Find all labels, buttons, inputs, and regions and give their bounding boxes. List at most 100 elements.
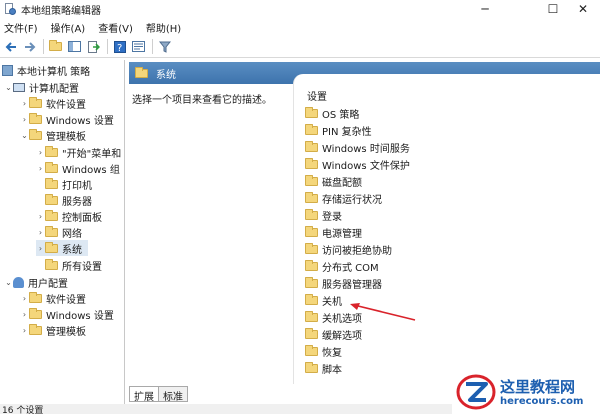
menu-action[interactable]: 操作(A) <box>51 20 86 35</box>
list-item-label: 恢复 <box>322 347 342 359</box>
list-item[interactable]: 缓解选项 <box>305 326 362 342</box>
list-item[interactable]: 分布式 COM <box>305 258 379 274</box>
tree-item-start-menu[interactable]: › "开始"菜单和 <box>36 144 121 160</box>
expand-arrow-icon[interactable]: › <box>36 228 45 237</box>
list-item[interactable]: 存储运行状况 <box>305 190 382 206</box>
tree-item-label: 打印机 <box>62 180 92 192</box>
tree-item-printers[interactable]: 打印机 <box>45 176 92 192</box>
up-folder-icon[interactable] <box>47 38 64 55</box>
folder-icon <box>45 241 58 253</box>
folder-icon <box>305 191 318 203</box>
tree-item-system[interactable]: › 系统 <box>36 240 88 256</box>
collapse-arrow-icon[interactable]: ⌄ <box>20 131 29 140</box>
list-item[interactable]: 访问被拒绝协助 <box>305 241 392 257</box>
forward-arrow-icon[interactable] <box>21 38 38 55</box>
folder-icon <box>29 307 42 319</box>
tree-item-control-panel[interactable]: › 控制面板 <box>36 208 102 224</box>
tree-item-admin-templates[interactable]: ⌄ 管理模板 <box>20 127 86 143</box>
expand-arrow-icon[interactable]: › <box>20 310 29 319</box>
navigation-tree: 本地计算机 策略 ⌄ 计算机配置 › 软件设置 › Windows 设置 ⌄ 管… <box>0 60 125 404</box>
tree-item-label: 网络 <box>62 228 82 240</box>
tree-item-user-software-settings[interactable]: › 软件设置 <box>20 290 86 306</box>
list-item-label: 分布式 COM <box>322 262 379 274</box>
folder-icon <box>29 112 42 124</box>
list-item[interactable]: 登录 <box>305 207 342 223</box>
tree-item-user-windows-settings[interactable]: › Windows 设置 <box>20 306 114 322</box>
collapse-arrow-icon[interactable]: ⌄ <box>4 278 13 287</box>
expand-arrow-icon[interactable]: › <box>36 148 45 157</box>
help-icon[interactable]: ? <box>111 38 128 55</box>
collapse-arrow-icon[interactable]: ⌄ <box>4 83 13 92</box>
list-item-label: Windows 文件保护 <box>322 160 410 172</box>
properties-icon[interactable] <box>130 38 147 55</box>
tree-item-label: 软件设置 <box>46 294 86 306</box>
tree-item-software-settings[interactable]: › 软件设置 <box>20 95 86 111</box>
tree-item-label: Windows 组 <box>62 164 120 176</box>
folder-icon <box>45 145 58 157</box>
tab-extended[interactable]: 扩展 <box>129 386 159 403</box>
list-item-label: 存储运行状况 <box>322 194 382 206</box>
tree-item-server[interactable]: 服务器 <box>45 192 92 208</box>
folder-icon <box>305 361 318 373</box>
expand-arrow-icon[interactable]: › <box>36 164 45 173</box>
expand-arrow-icon[interactable]: › <box>36 212 45 221</box>
back-arrow-icon[interactable] <box>2 38 19 55</box>
tree-item-user-admin-templates[interactable]: › 管理模板 <box>20 322 86 338</box>
expand-arrow-icon[interactable]: › <box>20 115 29 124</box>
folder-icon <box>135 66 148 78</box>
menu-view[interactable]: 查看(V) <box>98 20 133 35</box>
list-item[interactable]: 电源管理 <box>305 224 362 240</box>
list-item[interactable]: 脚本 <box>305 360 342 376</box>
list-item-label: PIN 复杂性 <box>322 126 372 138</box>
tree-item-label: 计算机配置 <box>29 83 79 95</box>
expand-arrow-icon[interactable]: › <box>20 99 29 108</box>
filter-icon[interactable] <box>156 38 173 55</box>
tree-item-windows-settings[interactable]: › Windows 设置 <box>20 111 114 127</box>
list-item-label: 访问被拒绝协助 <box>322 245 392 257</box>
folder-icon <box>29 291 42 303</box>
toolbar-separator <box>152 39 153 54</box>
list-item-shutdown[interactable]: 关机 <box>305 292 342 308</box>
expand-arrow-icon[interactable]: › <box>20 294 29 303</box>
folder-icon <box>305 310 318 322</box>
list-item-label: 电源管理 <box>322 228 362 240</box>
list-item[interactable]: 恢复 <box>305 343 342 359</box>
minimize-button[interactable]: ─ <box>462 0 508 18</box>
list-item-label: OS 策略 <box>322 109 360 121</box>
policy-icon <box>2 64 13 76</box>
tab-standard[interactable]: 标准 <box>158 386 188 403</box>
tree-item-label: 控制面板 <box>62 212 102 224</box>
tree-item-label: Windows 设置 <box>46 310 114 322</box>
watermark-url: herecours.com <box>500 395 584 407</box>
list-item[interactable]: 服务器管理器 <box>305 275 382 291</box>
menu-file[interactable]: 文件(F) <box>4 20 38 35</box>
close-button[interactable]: ✕ <box>560 0 600 18</box>
watermark-title: 这里教程网 <box>500 377 576 396</box>
tree-item-computer-config[interactable]: ⌄ 计算机配置 <box>4 79 79 95</box>
list-item[interactable]: Windows 时间服务 <box>305 139 410 155</box>
show-hide-tree-icon[interactable] <box>66 38 83 55</box>
tree-root[interactable]: 本地计算机 策略 <box>2 62 90 78</box>
list-item[interactable]: OS 策略 <box>305 105 359 121</box>
tree-item-label: 软件设置 <box>46 99 86 111</box>
list-item[interactable]: PIN 复杂性 <box>305 122 372 138</box>
tree-item-all-settings[interactable]: 所有设置 <box>45 257 102 273</box>
export-list-icon[interactable] <box>85 38 102 55</box>
expand-arrow-icon[interactable]: › <box>36 244 45 253</box>
list-item-label: 脚本 <box>322 364 342 376</box>
list-item[interactable]: Windows 文件保护 <box>305 156 410 172</box>
column-header-setting[interactable]: 设置 <box>307 88 327 103</box>
tree-item-windows-components[interactable]: › Windows 组 <box>36 160 120 176</box>
tree-item-user-config[interactable]: ⌄ 用户配置 <box>4 274 68 290</box>
tree-item-label: 系统 <box>62 244 82 256</box>
computer-icon <box>13 82 25 92</box>
tree-item-label: "开始"菜单和 <box>62 148 122 160</box>
menu-help[interactable]: 帮助(H) <box>146 20 181 35</box>
tree-item-label: 管理模板 <box>46 131 86 143</box>
tree-item-network[interactable]: › 网络 <box>36 224 82 240</box>
folder-icon <box>29 128 42 140</box>
svg-text:?: ? <box>117 43 122 53</box>
list-item[interactable]: 磁盘配额 <box>305 173 362 189</box>
expand-arrow-icon[interactable]: › <box>20 326 29 335</box>
folder-icon <box>29 323 42 335</box>
